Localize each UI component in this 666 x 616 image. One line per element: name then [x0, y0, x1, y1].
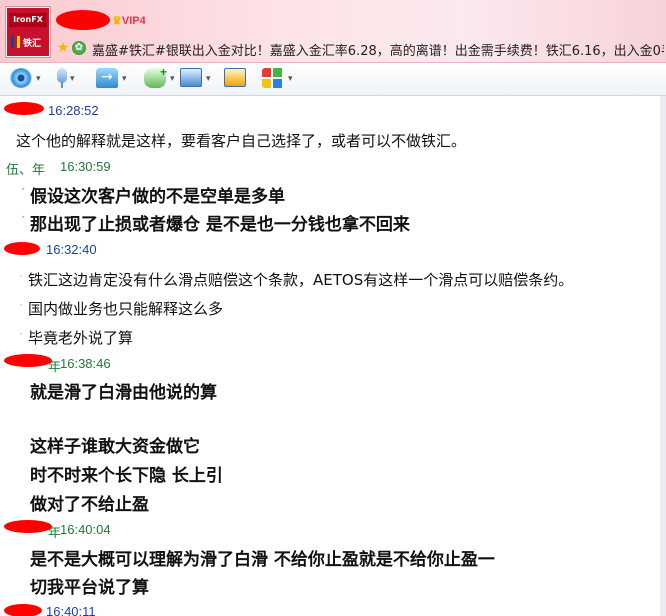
chevron-down-icon[interactable]: ▾: [122, 74, 127, 84]
vip-level: VIP4: [121, 15, 146, 27]
sender-name-redacted: [4, 242, 40, 255]
apps-icon: [262, 68, 284, 88]
flag-icon: [11, 36, 20, 48]
contact-signature: 嘉盛#铁汇#银联出入金对比！嘉盛入金汇率6.28，高的离谱！出金需手续费！铁汇6…: [92, 44, 664, 59]
message-line: 切我平台说了算: [30, 578, 149, 598]
chevron-down-icon[interactable]: ▾: [288, 74, 293, 84]
avatar-brand-text: IronFX: [9, 13, 47, 27]
chevron-down-icon[interactable]: ▾: [206, 74, 211, 84]
message-line: 这个他的解释就是这样，要看客户自己选择了，或者可以不做铁汇。: [16, 132, 467, 150]
video-call-button[interactable]: ▾: [8, 66, 46, 92]
message-timestamp: 16:38:46: [60, 356, 111, 371]
message-line: 这样子谁敢大资金做它: [30, 437, 200, 457]
sender-name: 伍、年: [6, 163, 46, 178]
pinwheel-icon[interactable]: ✿: [72, 41, 86, 55]
microphone-stand: [61, 82, 63, 88]
file-transfer-icon: [96, 68, 118, 88]
chat-toolbar: ▾ ▾ ▾ ▾ ▾ ▾: [0, 63, 666, 96]
vip-badge[interactable]: ♛VIP4: [112, 14, 146, 27]
message-timestamp: 16:28:52: [48, 103, 99, 118]
contact-header: IronFX 铁汇 ♛VIP4 ★ ✿ 嘉盛#铁汇#银联出入金对比！嘉盛入金汇率…: [0, 0, 666, 63]
screen-capture-icon: [180, 68, 202, 87]
message-line: 做对了不给止盈: [30, 495, 149, 515]
crown-icon: ♛: [112, 15, 122, 27]
message-line: 就是滑了白滑由他说的算: [30, 383, 217, 403]
sender-name-redacted: [4, 604, 42, 616]
message-line: · 国内做业务也只能解释这么多: [19, 298, 224, 318]
chevron-down-icon[interactable]: ▾: [36, 74, 41, 84]
avatar-label: 铁汇: [23, 39, 42, 49]
message-timestamp: 16:40:11: [46, 604, 96, 616]
chevron-down-icon[interactable]: ▾: [170, 74, 175, 84]
sender-name-redacted: [4, 520, 52, 533]
sender-name-redacted: [4, 354, 52, 367]
message-timestamp: 16:40:04: [60, 522, 111, 537]
add-message-icon: [144, 65, 167, 88]
apps-button[interactable]: ▾: [260, 66, 300, 92]
message-line: 是不是大概可以理解为滑了白滑 不给你止盈就是不给你止盈一: [30, 550, 495, 570]
send-file-button[interactable]: ▾: [94, 66, 134, 92]
new-chat-button[interactable]: ▾: [142, 65, 182, 92]
chat-history[interactable]: 16:28:52 这个他的解释就是这样，要看客户自己选择了，或者可以不做铁汇。 …: [0, 96, 660, 616]
contact-name-redacted: [56, 10, 110, 30]
chat-scrollbar[interactable]: [660, 96, 666, 616]
screen-share-button[interactable]: [222, 66, 250, 92]
message-line: 时不时来个长下隐 长上引: [30, 466, 223, 486]
message-line: · 铁汇这边肯定没有什么滑点赔偿这个条款，AETOS有这样一个滑点可以赔偿条约。: [19, 269, 574, 289]
camera-icon: [10, 68, 32, 88]
message-timestamp: 16:30:59: [60, 159, 111, 174]
screen-capture-button[interactable]: ▾: [178, 66, 218, 92]
microphone-icon: [57, 68, 67, 83]
chevron-down-icon[interactable]: ▾: [70, 74, 75, 84]
voice-call-button[interactable]: ▾: [52, 66, 86, 92]
screen-share-icon: [224, 68, 246, 87]
message-line: · 假设这次客户做的不是空单是多单: [21, 182, 285, 207]
sender-name-redacted: [4, 102, 44, 115]
message-timestamp: 16:32:40: [46, 242, 97, 257]
contact-avatar[interactable]: IronFX 铁汇: [6, 7, 50, 57]
star-icon[interactable]: ★: [56, 41, 70, 55]
message-line: · 那出现了止损或者爆仓 是不是也一分钱也拿不回来: [21, 210, 410, 235]
message-line: · 毕竟老外说了算: [19, 327, 134, 347]
